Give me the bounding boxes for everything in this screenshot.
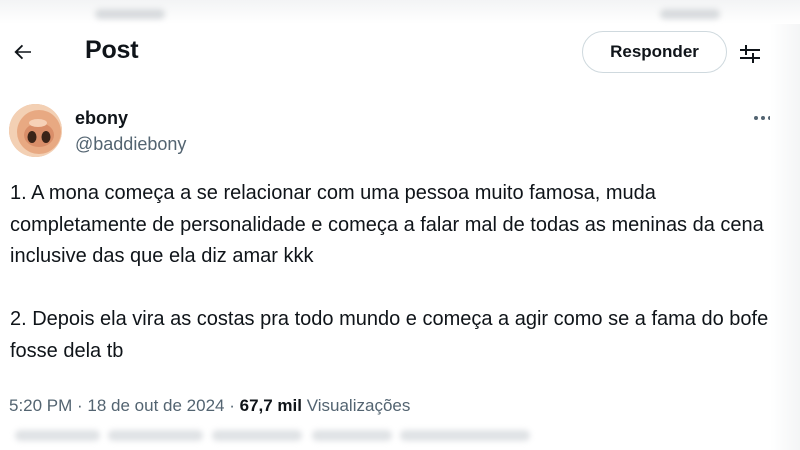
author-display-name[interactable]: ebony [75,108,128,129]
views-label: Visualizações [306,396,411,415]
avatar-image [9,104,62,157]
tweet-text: 1. A mona começa a se relacionar com uma… [10,178,790,367]
post-header: Post Responder [0,24,800,82]
post-page: Post Responder ebony @baddiebony 1. A mo… [0,0,800,450]
author-handle[interactable]: @baddiebony [75,134,186,155]
right-edge-shadow [770,24,800,450]
page-title: Post [85,36,139,64]
tweet-paragraph-2: 2. Depois ela vira as costas pra todo mu… [10,308,769,362]
blurred-top-bar [0,0,800,24]
settings-button[interactable] [735,39,765,69]
views-count: 67,7 mil [239,396,302,415]
blurred-bottom-bar [0,424,800,450]
meta-separator: · [72,396,88,415]
arrow-left-icon [14,44,31,60]
back-button[interactable] [8,37,38,67]
meta-separator: · [224,396,240,415]
tweet-time[interactable]: 5:20 PM [9,396,72,415]
tweet-meta: 5:20 PM · 18 de out de 2024 · 67,7 mil V… [9,396,410,416]
avatar[interactable] [9,104,62,157]
tweet-paragraph-1: 1. A mona começa a se relacionar com uma… [10,182,764,267]
author-row: ebony @baddiebony [0,100,800,164]
tweet-date[interactable]: 18 de out de 2024 [87,396,224,415]
reply-button[interactable]: Responder [582,31,727,73]
sliders-icon [740,45,760,63]
